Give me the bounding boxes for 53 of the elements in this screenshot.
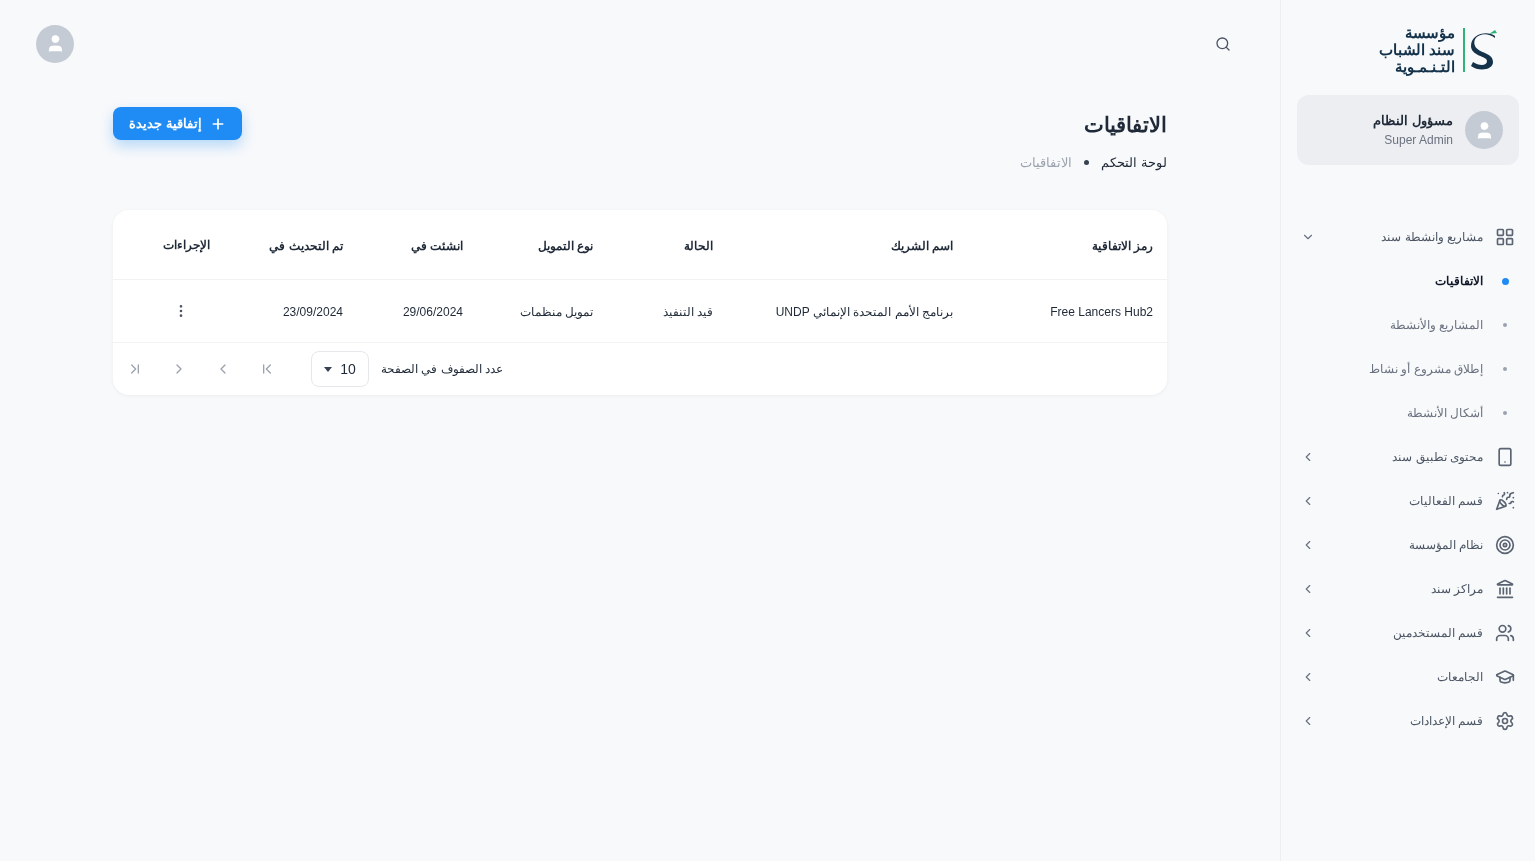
logo-text: سند الشباب xyxy=(1378,41,1455,58)
rows-per-page-label: عدد الصفوف في الصفحة xyxy=(381,361,503,378)
column-header: اسم الشريك xyxy=(890,238,953,253)
column-header: رمز الاتفاقية xyxy=(1091,238,1153,253)
sidebar-item[interactable]: الجامعات xyxy=(1297,655,1519,699)
sidebar-subitem-label: الاتفاقيات xyxy=(1435,273,1483,290)
party-popper-icon xyxy=(1495,491,1515,511)
user-role: Super Admin xyxy=(1383,131,1453,149)
sidebar-subitem-label: أشكال الأنشطة xyxy=(1406,404,1483,422)
column-header: تم التحديث في xyxy=(269,238,343,253)
page-title: الاتفاقيات xyxy=(1083,112,1167,138)
breadcrumb-link[interactable]: لوحة التحكم xyxy=(1101,152,1167,172)
sidebar-item[interactable]: مشاريع وانشطة سند xyxy=(1297,215,1519,259)
settings-icon xyxy=(1495,711,1515,731)
breadcrumb-separator-icon xyxy=(1084,159,1090,165)
column-header: انشئت في xyxy=(410,238,463,253)
table-cell: برنامج الأمم المتحدة الإنمائي UNDP xyxy=(775,305,953,319)
search-icon xyxy=(1215,35,1231,52)
sidebar-item[interactable]: محتوى تطبيق سند xyxy=(1297,435,1519,479)
rows-per-page-select[interactable]: 10 xyxy=(311,351,369,387)
table-cell: 23/09/2024 xyxy=(282,305,343,319)
avatar-icon xyxy=(36,24,74,63)
sidebar-item[interactable]: نظام المؤسسة xyxy=(1297,523,1519,567)
avatar-icon xyxy=(1465,111,1503,149)
target-icon xyxy=(1495,535,1515,555)
users-icon xyxy=(1495,623,1515,643)
table-cell: قيد التنفيذ xyxy=(662,305,713,319)
table-cell: Free Lancers Hub2 xyxy=(1050,305,1153,319)
table-cell: 29/06/2024 xyxy=(402,305,463,319)
sidebar-subitem-label: المشاريع والأنشطة xyxy=(1389,316,1483,334)
bank-icon xyxy=(1495,579,1515,599)
sidebar-subitem[interactable]: إطلاق مشروع أو نشاط xyxy=(1297,347,1519,391)
sidebar-item[interactable]: مراكز سند xyxy=(1297,567,1519,611)
breadcrumb-current: الاتفاقيات xyxy=(1020,153,1073,172)
grid-icon xyxy=(1495,227,1515,247)
logo-text: التـنـمـوية xyxy=(1395,58,1455,75)
sidebar-item[interactable]: قسم المستخدمين xyxy=(1297,611,1519,655)
sidebar-item[interactable]: قسم الإعدادات xyxy=(1297,699,1519,743)
logo-text: مؤسسة xyxy=(1404,24,1455,41)
column-header: الحالة xyxy=(684,238,713,253)
dropdown-caret-icon xyxy=(324,366,333,372)
column-header: الإجراءات xyxy=(163,236,210,254)
sidebar-subitem-label: إطلاق مشروع أو نشاط xyxy=(1369,361,1483,378)
phone-icon xyxy=(1495,447,1515,467)
column-header: نوع التمويل xyxy=(537,238,593,253)
graduation-cap-icon xyxy=(1495,667,1515,687)
sidebar-item[interactable]: قسم الفعاليات xyxy=(1297,479,1519,523)
logo-icon xyxy=(1463,25,1499,74)
table-cell: تمويل منظمات xyxy=(519,305,593,319)
sidebar-subitem[interactable]: الاتفاقيات xyxy=(1297,259,1519,303)
user-name: مسؤول النظام xyxy=(1373,112,1453,131)
sidebar-subitem[interactable]: المشاريع والأنشطة xyxy=(1297,303,1519,347)
sidebar-subitem[interactable]: أشكال الأنشطة xyxy=(1297,391,1519,435)
